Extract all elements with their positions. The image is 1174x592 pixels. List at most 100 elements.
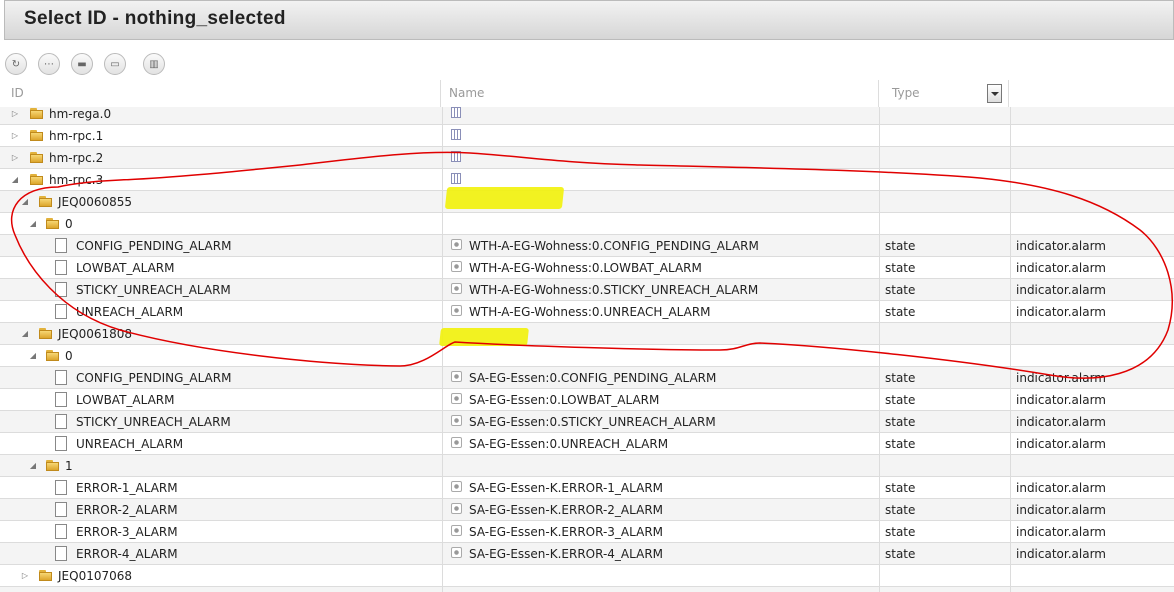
- object-name: SA-EG-Essen:0.UNREACH_ALARM: [469, 437, 669, 451]
- collapse-toggle-icon[interactable]: ◢: [20, 323, 30, 345]
- cell-divider: [1010, 543, 1011, 565]
- cell-divider: [1010, 323, 1011, 345]
- collapse-toggle-icon[interactable]: ◢: [28, 455, 38, 477]
- columns-icon: ▥: [149, 58, 159, 70]
- refresh-icon: ↻: [11, 58, 21, 70]
- column-header-type[interactable]: Type: [892, 80, 920, 107]
- column-divider[interactable]: [440, 80, 441, 107]
- object-id: ERROR-4_ALARM: [76, 547, 178, 561]
- dialog-title: Select ID - nothing_selected: [24, 8, 286, 29]
- cell-divider: [879, 455, 880, 477]
- tree-state-row[interactable]: CONFIG_PENDING_ALARM SA-EG-Essen:0.CONFIG…: [0, 367, 1174, 389]
- tree-folder-row[interactable]: ◢ 0: [0, 213, 1174, 235]
- state-icon: [451, 437, 462, 448]
- object-id: STICKY_UNREACH_ALARM: [76, 283, 231, 297]
- collapse-toggle-icon[interactable]: ◢: [20, 191, 30, 213]
- cell-divider: [1010, 367, 1011, 389]
- object-id: hm-rega.0: [49, 107, 112, 121]
- object-id: CONFIG_PENDING_ALARM: [76, 371, 232, 385]
- tree-state-row[interactable]: STICKY_UNREACH_ALARM WTH-A-EG-Wohness:0.S…: [0, 279, 1174, 301]
- file-icon: [55, 392, 67, 407]
- cell-divider: [442, 411, 443, 433]
- object-role: indicator.alarm: [1016, 261, 1106, 275]
- expand-toggle-icon[interactable]: ▷: [10, 125, 20, 147]
- tree-folder-row[interactable]: ◢ 0: [0, 345, 1174, 367]
- column-divider[interactable]: [1008, 80, 1009, 107]
- folder-icon: [46, 460, 59, 471]
- object-name: SA-EG-Essen:0.CONFIG_PENDING_ALARM: [469, 371, 717, 385]
- expand-toggle-icon[interactable]: ▷: [10, 147, 20, 169]
- object-id: ERROR-1_ALARM: [76, 481, 178, 495]
- file-icon: [55, 436, 67, 451]
- tree-folder-row[interactable]: ◢ 1: [0, 455, 1174, 477]
- columns-button[interactable]: ▥: [143, 53, 165, 75]
- tree-folder-row[interactable]: [0, 587, 1174, 592]
- collapse-button[interactable]: ⋯: [38, 53, 60, 75]
- file-icon: [55, 546, 67, 561]
- expand-toggle-icon[interactable]: ▷: [20, 565, 30, 587]
- object-name: WTH-A-EG-Wohness:0.STICKY_UNREACH_ALARM: [469, 283, 759, 297]
- toolbar: ↻ ⋯ ▬ ▭ ▥: [0, 52, 1174, 78]
- cell-divider: [442, 521, 443, 543]
- collapse-toggle-icon[interactable]: ◢: [28, 345, 38, 367]
- tree-folder-row[interactable]: ◢ hm-rpc.3: [0, 169, 1174, 191]
- tree-folder-row[interactable]: ▷ JEQ0107068: [0, 565, 1174, 587]
- cell-divider: [442, 213, 443, 235]
- tree-state-row[interactable]: ERROR-2_ALARM SA-EG-Essen-K.ERROR-2_ALARM…: [0, 499, 1174, 521]
- open-folder-button[interactable]: ▭: [104, 53, 126, 75]
- adapter-icon: [451, 129, 461, 140]
- tree-state-row[interactable]: STICKY_UNREACH_ALARM SA-EG-Essen:0.STICKY…: [0, 411, 1174, 433]
- file-icon: [55, 414, 67, 429]
- tree-state-row[interactable]: ERROR-3_ALARM SA-EG-Essen-K.ERROR-3_ALARM…: [0, 521, 1174, 543]
- cell-divider: [1010, 433, 1011, 455]
- folder-icon: [46, 218, 59, 229]
- cell-divider: [879, 213, 880, 235]
- file-icon: [55, 238, 67, 253]
- cell-divider: [442, 477, 443, 499]
- cell-divider: [1010, 169, 1011, 191]
- column-header-id[interactable]: ID: [11, 80, 24, 107]
- collapse-toggle-icon[interactable]: ◢: [28, 213, 38, 235]
- tree-state-row[interactable]: ERROR-1_ALARM SA-EG-Essen-K.ERROR-1_ALARM…: [0, 477, 1174, 499]
- tree-folder-row[interactable]: ▷ hm-rpc.1: [0, 125, 1174, 147]
- collapse-toggle-icon[interactable]: ◢: [10, 169, 20, 191]
- cell-divider: [442, 169, 443, 191]
- object-type: state: [885, 261, 916, 275]
- object-role: indicator.alarm: [1016, 283, 1106, 297]
- tree-folder-row[interactable]: ▷ hm-rega.0: [0, 107, 1174, 125]
- object-type: state: [885, 503, 916, 517]
- object-role: indicator.alarm: [1016, 415, 1106, 429]
- tree-state-row[interactable]: UNREACH_ALARM SA-EG-Essen:0.UNREACH_ALARM…: [0, 433, 1174, 455]
- cell-divider: [1010, 235, 1011, 257]
- state-icon: [451, 503, 462, 514]
- tree-state-row[interactable]: ERROR-4_ALARM SA-EG-Essen-K.ERROR-4_ALARM…: [0, 543, 1174, 565]
- cell-divider: [879, 323, 880, 345]
- tree-state-row[interactable]: LOWBAT_ALARM SA-EG-Essen:0.LOWBAT_ALARM st…: [0, 389, 1174, 411]
- tree-state-row[interactable]: UNREACH_ALARM WTH-A-EG-Wohness:0.UNREACH_…: [0, 301, 1174, 323]
- state-icon: [451, 371, 462, 382]
- object-id: CONFIG_PENDING_ALARM: [76, 239, 232, 253]
- tree-folder-row[interactable]: ▷ hm-rpc.2: [0, 147, 1174, 169]
- tree-folder-row[interactable]: ◢ JEQ0060855: [0, 191, 1174, 213]
- folder-icon: [30, 152, 43, 163]
- column-header-name[interactable]: Name: [449, 80, 484, 107]
- type-filter-dropdown[interactable]: [987, 84, 1002, 103]
- object-id: LOWBAT_ALARM: [76, 393, 175, 407]
- tree-folder-row[interactable]: ◢ JEQ0061808: [0, 323, 1174, 345]
- folder-button[interactable]: ▬: [71, 53, 93, 75]
- cell-divider: [879, 543, 880, 565]
- cell-divider: [879, 279, 880, 301]
- object-id: UNREACH_ALARM: [76, 437, 184, 451]
- dialog-titlebar: Select ID - nothing_selected: [4, 0, 1174, 40]
- tree-state-row[interactable]: CONFIG_PENDING_ALARM WTH-A-EG-Wohness:0.C…: [0, 235, 1174, 257]
- column-divider[interactable]: [878, 80, 879, 107]
- refresh-button[interactable]: ↻: [5, 53, 27, 75]
- cell-divider: [1010, 279, 1011, 301]
- object-role: indicator.alarm: [1016, 393, 1106, 407]
- adapter-icon: [451, 151, 461, 162]
- object-role: indicator.alarm: [1016, 525, 1106, 539]
- state-icon: [451, 283, 462, 294]
- expand-toggle-icon[interactable]: ▷: [10, 107, 20, 125]
- tree-state-row[interactable]: LOWBAT_ALARM WTH-A-EG-Wohness:0.LOWBAT_AL…: [0, 257, 1174, 279]
- highlight-marker: [444, 187, 565, 209]
